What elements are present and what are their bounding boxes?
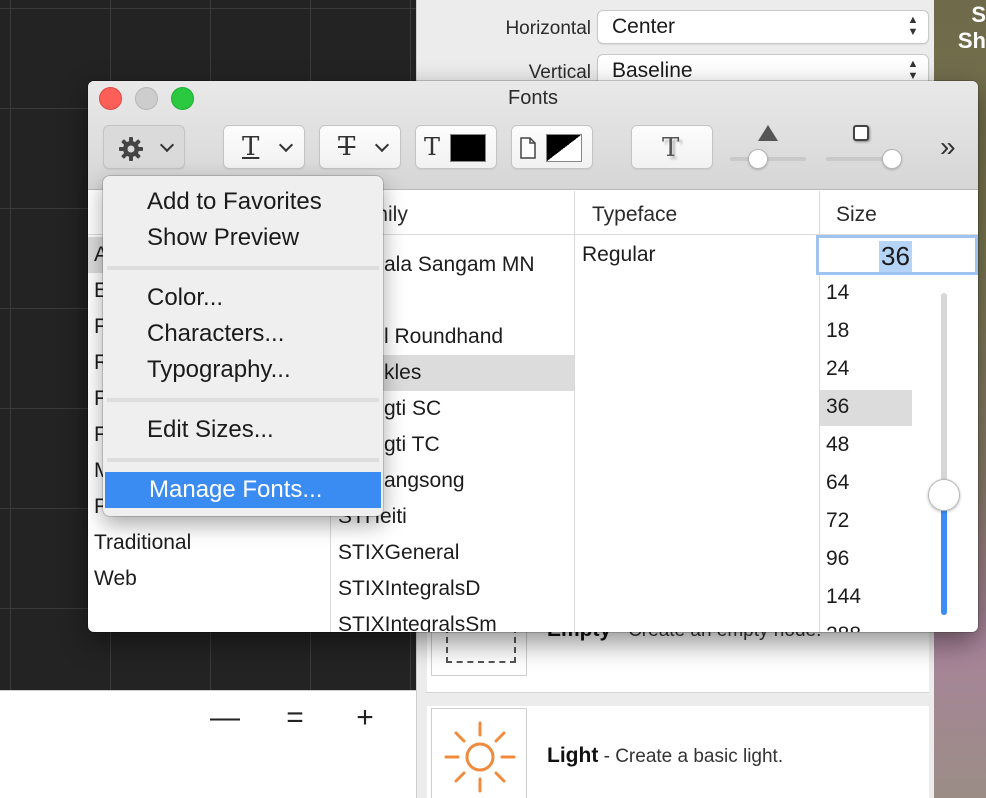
- text-shadow-icon: T: [662, 133, 680, 163]
- size-item[interactable]: 14: [826, 281, 849, 305]
- size-slider-knob[interactable]: [928, 479, 960, 511]
- edge-text: S Sh: [957, 2, 986, 53]
- sun-icon: [444, 721, 516, 793]
- zoom-reset-button[interactable]: =: [280, 701, 310, 735]
- divider: [425, 692, 929, 693]
- action-menu-button[interactable]: [103, 125, 185, 169]
- family-item[interactable]: l Roundhand: [384, 325, 503, 349]
- size-item[interactable]: 144: [826, 585, 861, 609]
- size-input-value: 36: [879, 241, 912, 272]
- size-header: Size: [836, 203, 877, 226]
- size-item[interactable]: 288: [826, 623, 861, 632]
- size-item[interactable]: 48: [826, 433, 849, 457]
- menu-separator: [107, 398, 379, 402]
- shadow-opacity-track[interactable]: [730, 157, 806, 161]
- horizontal-row: Horizontal Center ▲ ▼: [427, 10, 929, 46]
- collection-item[interactable]: Traditional: [94, 531, 191, 555]
- fonts-titlebar: Fonts T T T T »: [88, 81, 978, 190]
- more-tools-icon[interactable]: »: [940, 131, 956, 163]
- light-node-desc: - Create a basic light.: [598, 746, 784, 767]
- panel-title: Fonts: [507, 87, 559, 109]
- menu-item-add-to-favorites[interactable]: Add to Favorites: [103, 184, 383, 220]
- size-slider-fill: [941, 495, 947, 615]
- typeface-header: Typeface: [592, 203, 678, 226]
- menu-item-typography[interactable]: Typography...: [103, 352, 383, 388]
- horizontal-select[interactable]: Center ▲ ▼: [597, 10, 929, 44]
- shadow-blur-knob[interactable]: [882, 149, 902, 169]
- strikethrough-icon: T: [338, 132, 356, 162]
- size-item[interactable]: 18: [826, 319, 849, 343]
- underline-button[interactable]: T: [223, 125, 305, 169]
- light-node-thumb: [431, 708, 527, 798]
- family-item[interactable]: STIXIntegralsD: [338, 577, 480, 601]
- family-item[interactable]: STIXGeneral: [338, 541, 459, 565]
- menu-item-characters[interactable]: Characters...: [103, 316, 383, 352]
- size-item[interactable]: 24: [826, 357, 849, 381]
- zoom-bar: — = +: [0, 690, 416, 798]
- chevron-down-icon: [374, 137, 390, 153]
- action-menu: Add to Favorites Show Preview Color... C…: [103, 176, 383, 516]
- chevron-down-icon: [278, 137, 294, 153]
- text-shadow-button[interactable]: T: [631, 125, 713, 169]
- document-color-button[interactable]: [511, 125, 593, 169]
- family-item[interactable]: kles: [384, 361, 421, 385]
- menu-separator: [107, 458, 379, 462]
- zoom-out-button[interactable]: —: [210, 701, 240, 735]
- square-icon: [853, 125, 869, 141]
- menu-item-show-preview[interactable]: Show Preview: [103, 220, 383, 256]
- document-icon: [520, 137, 536, 159]
- horizontal-label: Horizontal: [505, 18, 591, 39]
- updown-icon: ▲ ▼: [907, 58, 919, 82]
- light-node-item[interactable]: Light - Create a basic light.: [427, 706, 929, 798]
- text-color-icon: T: [424, 133, 441, 161]
- light-node-text: Light - Create a basic light.: [547, 744, 783, 768]
- family-item[interactable]: gti TC: [384, 433, 440, 457]
- family-item[interactable]: ala Sangam MN: [384, 253, 535, 277]
- gear-icon: [119, 137, 143, 161]
- size-item[interactable]: 96: [826, 547, 849, 571]
- document-color-swatch: [546, 134, 582, 162]
- shadow-opacity-knob[interactable]: [748, 149, 768, 169]
- strikethrough-button[interactable]: T: [319, 125, 401, 169]
- zoom-in-button[interactable]: +: [350, 701, 380, 735]
- size-item[interactable]: 36: [826, 395, 849, 419]
- light-node-name: Light: [547, 744, 599, 767]
- collection-item[interactable]: Web: [94, 567, 137, 591]
- column-divider: [574, 191, 575, 632]
- underline-icon: T: [242, 132, 260, 162]
- size-input[interactable]: 36: [816, 235, 978, 275]
- horizontal-value: Center: [612, 15, 676, 38]
- menu-item-color[interactable]: Color...: [103, 280, 383, 316]
- menu-item-edit-sizes[interactable]: Edit Sizes...: [103, 412, 383, 448]
- triangle-icon: [758, 125, 778, 141]
- size-item[interactable]: 72: [826, 509, 849, 533]
- typeface-item[interactable]: Regular: [582, 243, 656, 267]
- menu-item-manage-fonts[interactable]: Manage Fonts...: [105, 472, 381, 508]
- menu-separator: [107, 266, 379, 270]
- family-item[interactable]: STIXIntegralsSm: [338, 613, 497, 632]
- size-item[interactable]: 64: [826, 471, 849, 495]
- text-color-swatch: [450, 134, 486, 162]
- updown-icon: ▲ ▼: [907, 14, 919, 38]
- family-item[interactable]: gti SC: [384, 397, 441, 421]
- chevron-down-icon: [159, 137, 175, 153]
- family-item[interactable]: angsong: [384, 469, 465, 493]
- text-color-button[interactable]: T: [415, 125, 497, 169]
- vertical-value: Baseline: [612, 59, 693, 82]
